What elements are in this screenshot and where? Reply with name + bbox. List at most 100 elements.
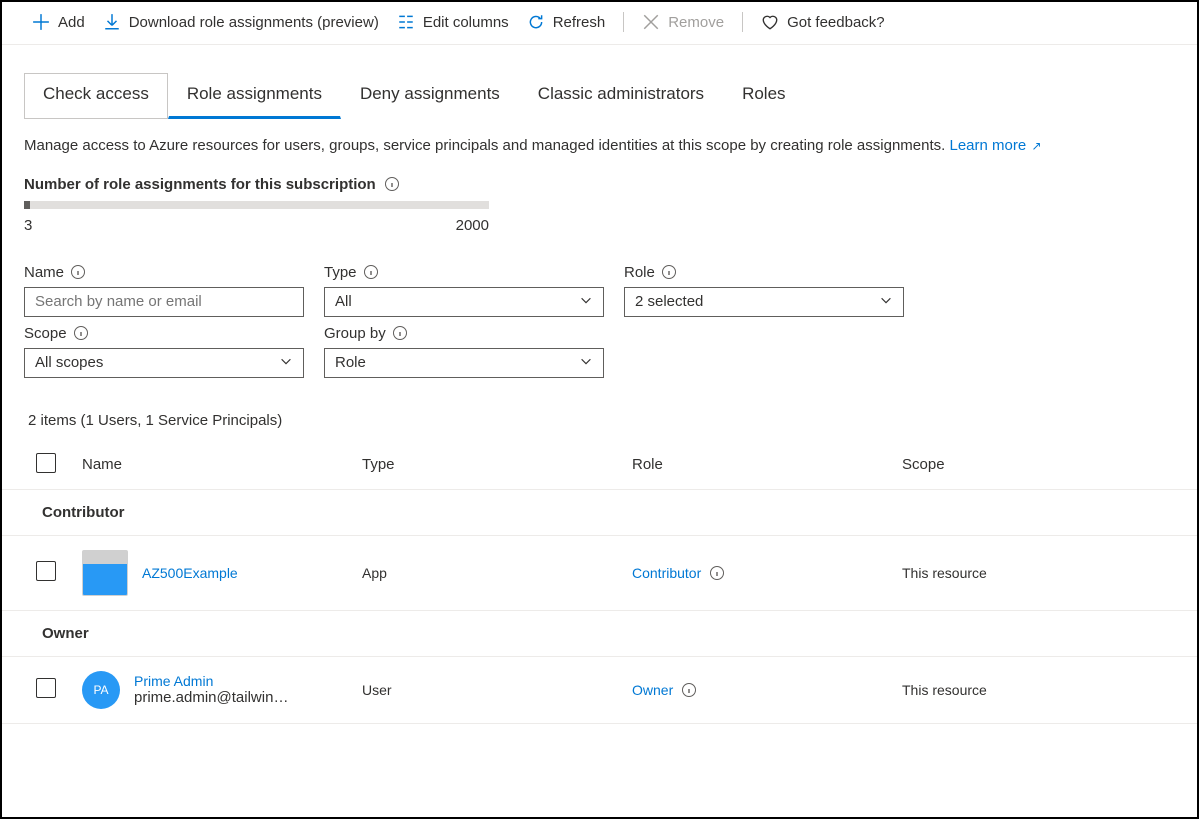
select-all-checkbox[interactable] xyxy=(36,453,56,473)
progress-current: 3 xyxy=(24,217,32,234)
separator xyxy=(623,12,624,32)
external-link-icon: ↗ xyxy=(1028,139,1041,153)
filter-type: Type All Group by Role xyxy=(324,264,604,378)
refresh-label: Refresh xyxy=(553,14,606,31)
plus-icon xyxy=(32,13,50,31)
row-scope: This resource xyxy=(902,682,1175,698)
learn-more-label: Learn more xyxy=(949,137,1026,154)
download-button[interactable]: Download role assignments (preview) xyxy=(103,13,379,31)
role-label-text: Role xyxy=(624,264,655,281)
toolbar: Add Download role assignments (preview) … xyxy=(2,2,1197,45)
assignments-table: Name Type Role Scope Contributor AZ500Ex… xyxy=(2,441,1197,724)
info-icon[interactable] xyxy=(709,565,725,581)
row-type: User xyxy=(362,682,632,698)
groupby-value: Role xyxy=(335,354,366,371)
search-input-wrap[interactable] xyxy=(24,287,304,317)
col-role-header[interactable]: Role xyxy=(632,456,902,473)
table-header: Name Type Role Scope xyxy=(2,441,1197,490)
description: Manage access to Azure resources for use… xyxy=(2,119,1197,158)
stats-label: Number of role assignments for this subs… xyxy=(2,158,1197,197)
learn-more-link[interactable]: Learn more ↗ xyxy=(949,137,1041,154)
row-type: App xyxy=(362,565,632,581)
tab-role-assignments[interactable]: Role assignments xyxy=(168,73,341,119)
remove-label: Remove xyxy=(668,14,724,31)
app-icon xyxy=(82,550,128,596)
filter-role: Role 2 selected xyxy=(624,264,904,378)
feedback-button[interactable]: Got feedback? xyxy=(761,13,885,31)
group-header: Contributor xyxy=(2,490,1197,536)
group-header: Owner xyxy=(2,611,1197,657)
tab-deny-assignments[interactable]: Deny assignments xyxy=(341,73,519,119)
groupby-label-text: Group by xyxy=(324,325,386,342)
close-icon xyxy=(642,13,660,31)
chevron-down-icon xyxy=(579,354,593,372)
filter-type-label: Type xyxy=(324,264,604,281)
tab-roles[interactable]: Roles xyxy=(723,73,804,119)
role-value: 2 selected xyxy=(635,293,703,310)
table-row[interactable]: AZ500Example App Contributor This resour… xyxy=(2,536,1197,611)
groupby-select[interactable]: Role xyxy=(324,348,604,378)
chevron-down-icon xyxy=(279,354,293,372)
user-avatar: PA xyxy=(82,671,120,709)
table-row[interactable]: PA Prime Admin prime.admin@tailwin… User… xyxy=(2,657,1197,724)
scope-label-text: Scope xyxy=(24,325,67,342)
filter-role-label: Role xyxy=(624,264,904,281)
row-checkbox[interactable] xyxy=(36,678,56,698)
filter-name: Name Scope All scopes xyxy=(24,264,304,378)
add-label: Add xyxy=(58,14,85,31)
refresh-button[interactable]: Refresh xyxy=(527,13,606,31)
add-button[interactable]: Add xyxy=(32,13,85,31)
type-label-text: Type xyxy=(324,264,357,281)
scope-select[interactable]: All scopes xyxy=(24,348,304,378)
edit-columns-label: Edit columns xyxy=(423,14,509,31)
search-input[interactable] xyxy=(35,293,293,310)
feedback-label: Got feedback? xyxy=(787,14,885,31)
info-icon[interactable] xyxy=(661,264,677,280)
refresh-icon xyxy=(527,13,545,31)
row-role-link[interactable]: Contributor xyxy=(632,565,701,581)
row-checkbox[interactable] xyxy=(36,561,56,581)
progress-bar xyxy=(24,201,489,209)
chevron-down-icon xyxy=(579,293,593,311)
row-role-link[interactable]: Owner xyxy=(632,682,673,698)
col-name-header[interactable]: Name xyxy=(82,456,362,473)
edit-columns-button[interactable]: Edit columns xyxy=(397,13,509,31)
info-icon[interactable] xyxy=(363,264,379,280)
stats-label-text: Number of role assignments for this subs… xyxy=(24,176,376,193)
progress-labels: 3 2000 xyxy=(24,209,489,234)
filter-groupby-label: Group by xyxy=(324,325,604,342)
progress-max: 2000 xyxy=(456,217,489,234)
row-name-link[interactable]: Prime Admin xyxy=(134,673,288,689)
progress-fill xyxy=(24,201,30,209)
separator xyxy=(742,12,743,32)
type-select[interactable]: All xyxy=(324,287,604,317)
chevron-down-icon xyxy=(879,293,893,311)
description-text: Manage access to Azure resources for use… xyxy=(24,137,949,154)
type-value: All xyxy=(335,293,352,310)
progress-bar-wrap: 3 2000 xyxy=(2,197,1197,234)
tab-classic-admins[interactable]: Classic administrators xyxy=(519,73,723,119)
remove-button: Remove xyxy=(642,13,724,31)
info-icon[interactable] xyxy=(681,682,697,698)
scope-value: All scopes xyxy=(35,354,103,371)
row-scope: This resource xyxy=(902,565,1175,581)
role-select[interactable]: 2 selected xyxy=(624,287,904,317)
tabs: Check access Role assignments Deny assig… xyxy=(2,45,1197,119)
name-label-text: Name xyxy=(24,264,64,281)
info-icon[interactable] xyxy=(392,325,408,341)
info-icon[interactable] xyxy=(73,325,89,341)
col-type-header[interactable]: Type xyxy=(362,456,632,473)
row-email: prime.admin@tailwin… xyxy=(134,689,288,706)
heart-icon xyxy=(761,13,779,31)
download-icon xyxy=(103,13,121,31)
columns-icon xyxy=(397,13,415,31)
download-label: Download role assignments (preview) xyxy=(129,14,379,31)
tab-check-access[interactable]: Check access xyxy=(24,73,168,119)
filters: Name Scope All scopes Type All xyxy=(2,234,1197,386)
info-icon[interactable] xyxy=(70,264,86,280)
info-icon[interactable] xyxy=(384,176,400,192)
row-name-link[interactable]: AZ500Example xyxy=(142,565,238,581)
items-summary: 2 items (1 Users, 1 Service Principals) xyxy=(2,386,1197,441)
col-scope-header[interactable]: Scope xyxy=(902,456,1175,473)
filter-name-label: Name xyxy=(24,264,304,281)
